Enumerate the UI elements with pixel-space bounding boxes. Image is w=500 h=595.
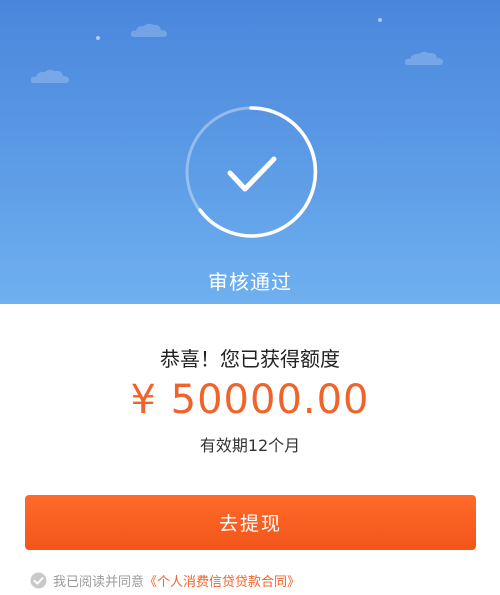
loan-contract-link[interactable]: 《个人消费信贷贷款合同》 — [144, 571, 300, 590]
cloud-icon — [130, 23, 167, 37]
cloud-icon — [404, 51, 443, 65]
star-icon — [96, 36, 100, 40]
check-icon[interactable] — [30, 572, 47, 589]
agreement-row: 我已阅读并同意 《个人消费信贷贷款合同》 — [30, 569, 300, 591]
withdraw-button[interactable]: 去提现 — [25, 495, 476, 550]
cloud-icon — [30, 69, 69, 83]
agreement-prefix: 我已阅读并同意 — [53, 574, 145, 590]
star-icon — [378, 18, 382, 22]
congrats-heading: 恭喜！您已获得额度 — [160, 347, 340, 371]
approval-status-text: 审核通过 — [208, 270, 292, 294]
check-circle-icon — [185, 106, 318, 238]
approval-banner: 审核通过 — [0, 0, 500, 304]
credit-amount: ¥ 50000.00 — [130, 377, 370, 423]
validity-period: 有效期12个月 — [199, 436, 301, 455]
